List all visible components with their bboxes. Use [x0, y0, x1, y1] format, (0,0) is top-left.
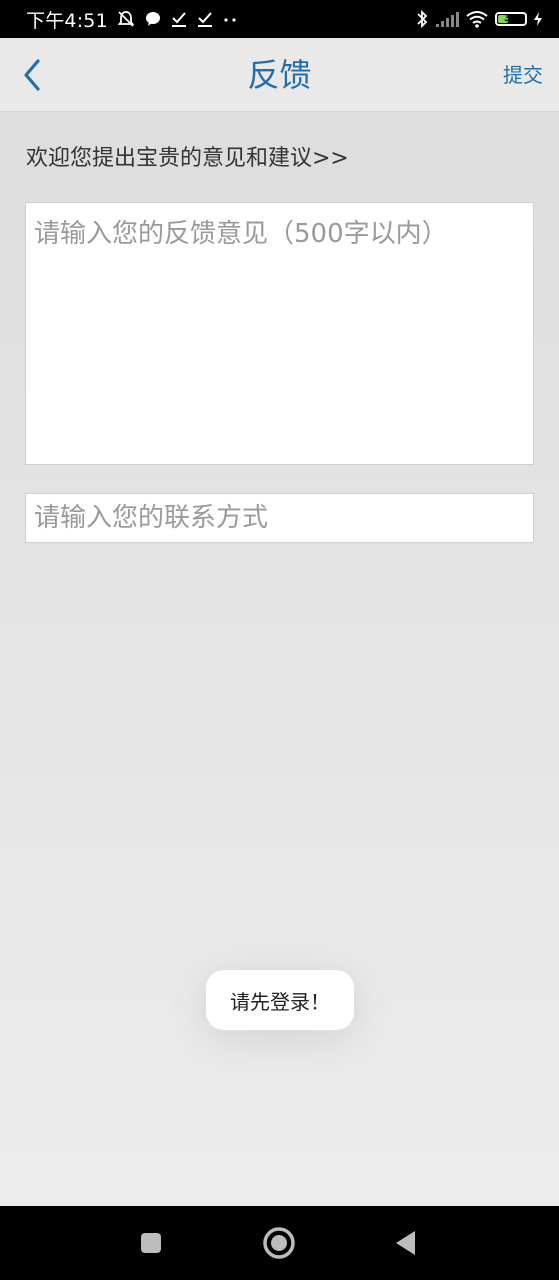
status-right: 36	[415, 9, 543, 29]
alarm-off-icon	[116, 9, 136, 29]
nav-bar	[0, 1206, 559, 1280]
recents-square-icon	[141, 1233, 161, 1253]
battery-level: 36	[504, 13, 518, 24]
toast: 请先登录！	[206, 970, 354, 1030]
app-header: 反馈 提交	[0, 38, 559, 112]
chevron-left-icon	[24, 59, 40, 91]
nav-back-button[interactable]	[386, 1223, 426, 1263]
feedback-screen: 下午4:51 36 反馈 提交 欢迎您提出宝贵的意见和建议>> 请输入您的反馈意…	[0, 0, 559, 1280]
intro-text: 欢迎您提出宝贵的意见和建议>>	[26, 146, 349, 171]
toast-message: 请先登录！	[230, 989, 330, 1014]
status-left: 下午4:51	[26, 6, 238, 33]
home-button[interactable]	[259, 1223, 299, 1263]
recents-button[interactable]	[131, 1223, 171, 1263]
battery-icon: 36	[495, 12, 527, 26]
back-triangle-icon	[396, 1231, 415, 1255]
check-download-icon	[170, 10, 188, 28]
feedback-textarea[interactable]	[25, 202, 534, 465]
wifi-icon	[465, 10, 489, 28]
submit-button[interactable]: 提交	[503, 38, 543, 112]
page-title: 反馈	[247, 56, 312, 94]
check-download-icon	[196, 10, 214, 28]
more-dots-icon	[222, 11, 238, 27]
status-bar: 下午4:51 36	[0, 0, 559, 38]
home-circle-icon	[263, 1227, 295, 1259]
contact-input[interactable]	[25, 493, 534, 543]
signal-icon	[435, 11, 459, 27]
status-time: 下午4:51	[26, 9, 108, 32]
charging-icon	[533, 11, 543, 27]
back-button[interactable]	[10, 48, 54, 102]
bluetooth-icon	[415, 9, 429, 29]
chat-bubble-icon	[144, 10, 162, 28]
